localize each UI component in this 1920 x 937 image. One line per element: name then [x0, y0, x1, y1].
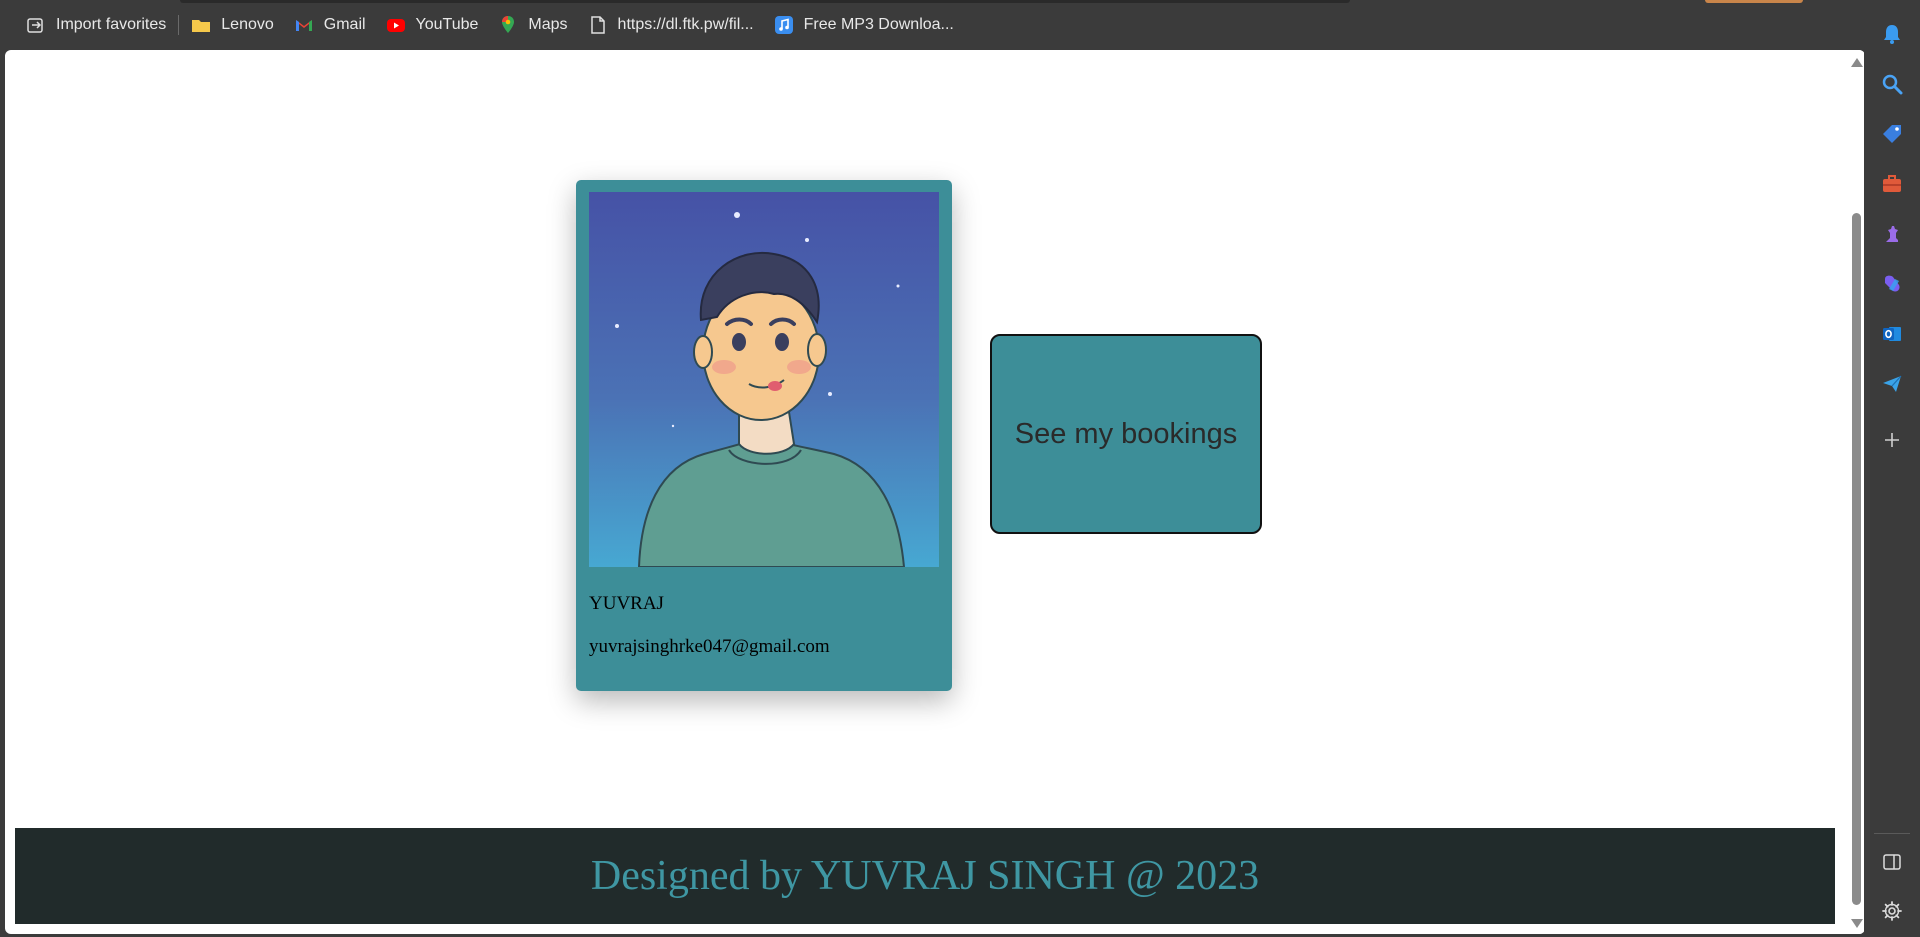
maps-icon	[498, 15, 518, 35]
briefcase-icon[interactable]	[1880, 172, 1904, 196]
chess-icon[interactable]	[1880, 222, 1904, 246]
bookmark-label: Maps	[528, 16, 568, 33]
gmail-icon	[294, 15, 314, 35]
bookmark-separator	[178, 15, 180, 35]
split-view-icon[interactable]	[1880, 850, 1904, 874]
bookmarks-bar: Import favorites Lenovo Gmail YouTube Ma…	[0, 0, 1864, 50]
profile-button-edge[interactable]	[1705, 0, 1803, 3]
scroll-down-arrow-icon[interactable]	[1851, 919, 1863, 928]
folder-icon	[191, 15, 211, 35]
bookmark-import-favorites[interactable]: Import favorites	[16, 8, 176, 42]
tag-icon[interactable]	[1880, 122, 1904, 146]
avatar-illustration	[589, 192, 939, 567]
send-icon[interactable]	[1880, 372, 1904, 396]
bookmark-maps[interactable]: Maps	[488, 8, 577, 42]
profile-card: YUVRAJ yuvrajsinghrke047@gmail.com	[576, 180, 952, 691]
bookmark-youtube[interactable]: YouTube	[376, 8, 489, 42]
scroll-up-arrow-icon[interactable]	[1851, 58, 1863, 67]
bookmark-free-mp3[interactable]: Free MP3 Downloa...	[764, 8, 964, 42]
footer-credit: Designed by YUVRAJ SINGH @ 2023	[590, 853, 1260, 899]
address-bar-edge	[180, 0, 1350, 3]
bookmark-gmail[interactable]: Gmail	[284, 8, 376, 42]
bookmark-label: YouTube	[415, 16, 479, 33]
settings-icon[interactable]	[1880, 899, 1904, 923]
page-viewport: YUVRAJ yuvrajsinghrke047@gmail.com See m…	[5, 50, 1865, 934]
outlook-icon[interactable]	[1880, 322, 1904, 346]
scrollbar-thumb[interactable]	[1852, 213, 1861, 905]
profile-name: YUVRAJ	[589, 593, 664, 614]
page-footer: Designed by YUVRAJ SINGH @ 2023	[15, 828, 1835, 924]
file-icon	[588, 15, 608, 35]
sidebar-divider	[1874, 833, 1910, 834]
bookmark-label: https://dl.ftk.pw/fil...	[617, 16, 754, 33]
plus-icon[interactable]	[1880, 428, 1904, 452]
youtube-icon	[386, 15, 406, 35]
bookmark-lenovo[interactable]: Lenovo	[181, 8, 284, 42]
bookmark-dl-ftk[interactable]: https://dl.ftk.pw/fil...	[578, 8, 764, 42]
copilot-icon[interactable]	[1880, 272, 1904, 296]
bell-icon[interactable]	[1880, 22, 1904, 46]
bookmark-label: Lenovo	[221, 16, 274, 33]
see-bookings-button[interactable]: See my bookings	[990, 334, 1262, 534]
browser-sidebar	[1864, 0, 1920, 937]
vertical-scrollbar[interactable]	[1847, 50, 1865, 934]
bookmark-label: Free MP3 Downloa...	[803, 16, 954, 33]
search-icon[interactable]	[1880, 72, 1904, 96]
profile-email: yuvrajsinghrke047@gmail.com	[589, 636, 830, 657]
bookmark-label: Gmail	[323, 16, 366, 33]
import-icon	[26, 15, 46, 35]
music-icon	[774, 15, 794, 35]
bookmark-label: Import favorites	[56, 16, 167, 33]
avatar	[589, 192, 939, 567]
